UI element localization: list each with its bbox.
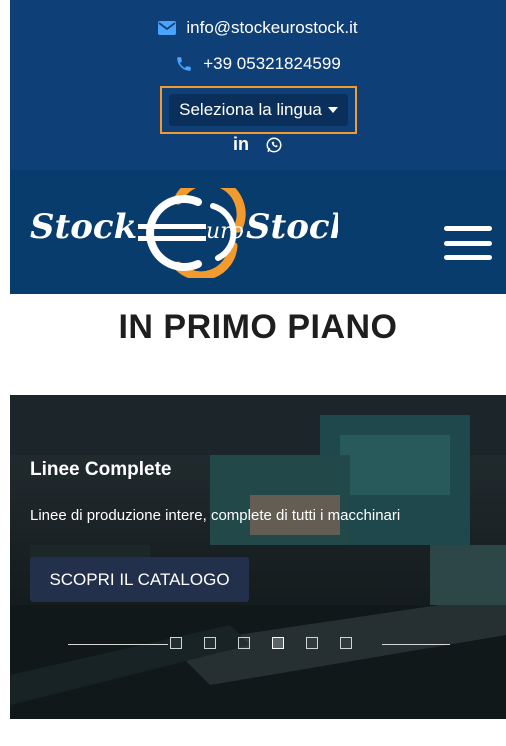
social-links: in [10,134,506,155]
hamburger-menu-icon[interactable] [444,226,492,260]
language-select-label: Seleziona la lingua [179,100,322,119]
carousel-dot-active[interactable] [272,637,284,649]
envelope-icon [158,21,177,35]
email-link[interactable]: info@stockeurostock.it [10,18,506,38]
carousel-headline: Linee Complete [30,459,172,480]
indicator-line-right [382,644,450,645]
carousel-description: Linee di produzione intere, complete di … [30,507,401,524]
whatsapp-icon[interactable] [265,136,283,154]
indicator-line-left [68,644,168,645]
brand-bar: Stock uro Stock [10,170,506,294]
carousel-dot[interactable] [340,637,352,649]
phone-icon [177,57,191,71]
carousel-dot[interactable] [306,637,318,649]
section-title: IN PRIMO PIANO [118,308,398,346]
carousel-indicators [10,635,506,655]
language-select-button[interactable]: Seleziona la lingua [169,94,348,126]
linkedin-icon[interactable]: in [233,134,249,155]
svg-text:Stock: Stock [30,207,137,247]
carousel-dot[interactable] [170,637,182,649]
carousel-dot[interactable] [204,637,216,649]
top-contact-bar: info@stockeurostock.it +39 05321824599 S… [10,0,506,170]
phone-text: +39 05321824599 [203,54,341,73]
svg-text:uro: uro [206,219,244,244]
email-text: info@stockeurostock.it [186,18,358,37]
page: info@stockeurostock.it +39 05321824599 S… [10,0,506,746]
carousel-dot[interactable] [238,637,250,649]
catalog-button[interactable]: SCOPRI IL CATALOGO [30,557,249,602]
language-selector-focus-ring: Seleziona la lingua [160,86,357,134]
caret-down-icon [327,107,338,113]
hero-carousel[interactable]: Linee Complete Linee di produzione inter… [10,395,506,719]
stockeurostock-logo[interactable]: Stock uro Stock [28,188,338,278]
phone-link[interactable]: +39 05321824599 [10,54,506,74]
svg-text:Stock: Stock [246,207,338,247]
